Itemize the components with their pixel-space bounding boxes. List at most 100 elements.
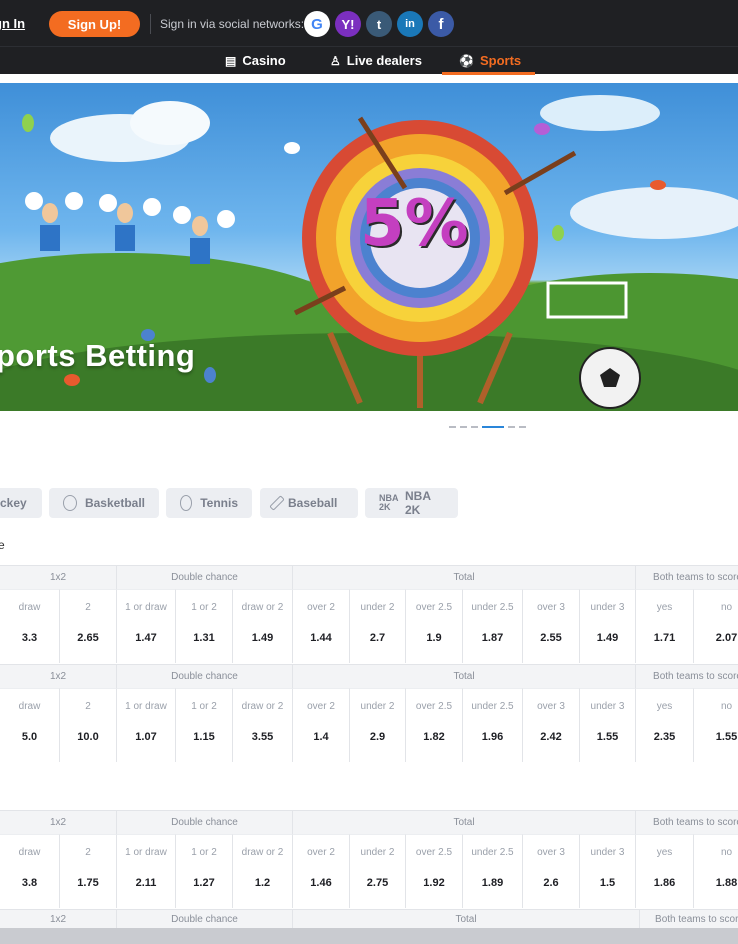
odds-value: 1.31 xyxy=(193,632,215,644)
carousel-dot[interactable] xyxy=(519,426,526,428)
banner-badge: 5% xyxy=(360,187,469,261)
linkedin-icon[interactable]: in xyxy=(397,11,423,37)
odds-cell[interactable]: under 2 2.7 xyxy=(350,589,406,663)
odds-label: 2 xyxy=(85,602,91,613)
odds-cell[interactable]: yes 2.35 xyxy=(636,688,694,762)
odds-cell[interactable]: over 3 2.55 xyxy=(523,589,580,663)
market-group-header: Both teams to score xyxy=(636,565,738,589)
odds-label: 1 or 2 xyxy=(191,701,217,712)
sport-chip-baseball[interactable]: Baseball xyxy=(260,488,358,518)
sport-chip-basketball[interactable]: Basketball xyxy=(49,488,159,518)
carousel-dot[interactable] xyxy=(460,426,467,428)
odds-value: 2.35 xyxy=(653,731,676,743)
odds-cell[interactable]: 1 or draw 1.07 xyxy=(117,688,176,762)
odds-value: 10.0 xyxy=(77,731,99,743)
nav-live-dealers[interactable]: ♙ Live dealers xyxy=(330,53,422,68)
market-group-header: Double chance xyxy=(117,909,293,929)
main-nav: ▤ Casino ♙ Live dealers ⚽ Sports xyxy=(0,46,738,75)
odds-value: 1.27 xyxy=(193,877,215,889)
odds-value: 1.5 xyxy=(599,877,616,889)
sport-chip-tennis[interactable]: Tennis xyxy=(166,488,252,518)
sport-chip-nba2k[interactable]: NBA 2K NBA 2K xyxy=(365,488,458,518)
market-group-header: 1x2 xyxy=(0,810,117,834)
slot-machine-icon: ▤ xyxy=(225,53,237,68)
odds-value: 5.0 xyxy=(21,731,38,743)
carousel-dot[interactable] xyxy=(471,426,478,428)
odds-cell[interactable]: over 2 1.46 xyxy=(293,834,350,908)
google-icon[interactable]: G xyxy=(304,11,330,37)
odds-label: draw or 2 xyxy=(241,847,284,858)
odds-cell[interactable]: over 2 1.44 xyxy=(293,589,350,663)
odds-cell[interactable]: over 2 1.4 xyxy=(293,688,350,762)
odds-value: 1.89 xyxy=(481,877,504,889)
odds-cell[interactable]: under 2.5 1.89 xyxy=(463,834,523,908)
odds-cell[interactable]: draw or 2 1.49 xyxy=(233,589,293,663)
odds-cell[interactable]: over 2.5 1.92 xyxy=(406,834,463,908)
odds-cell[interactable]: under 3 1.55 xyxy=(580,688,636,762)
odds-cell[interactable]: draw or 2 1.2 xyxy=(233,834,293,908)
odds-value: 2.65 xyxy=(77,632,99,644)
odds-cell[interactable]: under 2 2.75 xyxy=(350,834,406,908)
odds-value: 2.9 xyxy=(369,731,386,743)
odds-label: over 2 xyxy=(307,602,335,613)
nav-sports[interactable]: ⚽ Sports xyxy=(459,53,521,68)
nav-casino[interactable]: ▤ Casino xyxy=(225,53,286,68)
odds-cell[interactable]: over 3 2.6 xyxy=(523,834,580,908)
odds-label: under 2.5 xyxy=(471,847,514,858)
odds-label: over 2 xyxy=(307,701,335,712)
odds-label: over 3 xyxy=(537,847,565,858)
odds-cell[interactable]: no 1.55 xyxy=(694,688,738,762)
odds-cell[interactable]: draw 3.8 xyxy=(0,834,60,908)
market-group-header: Double chance xyxy=(117,664,293,688)
odds-label: over 3 xyxy=(537,602,565,613)
odds-cell[interactable]: under 2.5 1.96 xyxy=(463,688,523,762)
odds-value: 1.47 xyxy=(135,632,157,644)
bottom-scrollbar[interactable] xyxy=(0,928,738,944)
odds-value: 2.6 xyxy=(543,877,559,889)
yahoo-icon[interactable]: Y! xyxy=(335,11,361,37)
odds-cell[interactable]: 2 10.0 xyxy=(60,688,117,762)
odds-cell[interactable]: 1 or 2 1.15 xyxy=(176,688,233,762)
odds-cell[interactable]: no 1.88 xyxy=(694,834,738,908)
carousel-dots xyxy=(449,426,526,428)
odds-cell[interactable]: under 2 2.9 xyxy=(350,688,406,762)
tumblr-icon[interactable]: t xyxy=(366,11,392,37)
odds-cell[interactable]: draw 3.3 xyxy=(0,589,60,663)
sign-up-button[interactable]: Sign Up! xyxy=(49,11,140,37)
carousel-dot[interactable] xyxy=(449,426,456,428)
carousel-dot[interactable] xyxy=(508,426,515,428)
odds-cell[interactable]: under 3 1.49 xyxy=(580,589,636,663)
odds-cell[interactable]: draw or 2 3.55 xyxy=(233,688,293,762)
odds-value: 1.46 xyxy=(310,877,332,889)
sport-chip-hockey[interactable]: ckey xyxy=(0,488,42,518)
odds-cell[interactable]: over 3 2.42 xyxy=(523,688,580,762)
odds-cell[interactable]: yes 1.86 xyxy=(636,834,694,908)
odds-cell[interactable]: 2 1.75 xyxy=(60,834,117,908)
odds-cell[interactable]: no 2.07 xyxy=(694,589,738,663)
odds-label: 2 xyxy=(85,701,91,712)
odds-cell[interactable]: 1 or 2 1.27 xyxy=(176,834,233,908)
odds-table: 1x2 Double chance Total Both teams to score… xyxy=(0,810,738,908)
odds-cell[interactable]: under 2.5 1.87 xyxy=(463,589,523,663)
odds-cell[interactable]: over 2.5 1.9 xyxy=(406,589,463,663)
odds-cell[interactable]: 2 2.65 xyxy=(60,589,117,663)
odds-label: draw xyxy=(18,701,41,712)
odds-cell[interactable]: 1 or draw 2.11 xyxy=(117,834,176,908)
odds-value: 1.87 xyxy=(481,632,504,644)
chip-label: NBA 2K xyxy=(405,489,431,517)
odds-cell[interactable]: under 3 1.5 xyxy=(580,834,636,908)
odds-cell[interactable]: yes 1.71 xyxy=(636,589,694,663)
odds-label: 2 xyxy=(85,847,91,858)
odds-label: under 3 xyxy=(590,701,625,712)
odds-cell[interactable]: over 2.5 1.82 xyxy=(406,688,463,762)
odds-value: 1.55 xyxy=(596,731,619,743)
odds-cell[interactable]: draw 5.0 xyxy=(0,688,60,762)
odds-cell[interactable]: 1 or draw 1.47 xyxy=(117,589,176,663)
sign-in-link[interactable]: gn In xyxy=(0,16,25,31)
carousel-dot-active[interactable] xyxy=(482,426,504,428)
odds-label: 1 or 2 xyxy=(191,847,217,858)
facebook-icon[interactable]: f xyxy=(428,11,454,37)
odds-label: draw xyxy=(18,847,41,858)
odds-cell[interactable]: 1 or 2 1.31 xyxy=(176,589,233,663)
odds-value: 3.55 xyxy=(251,731,274,743)
